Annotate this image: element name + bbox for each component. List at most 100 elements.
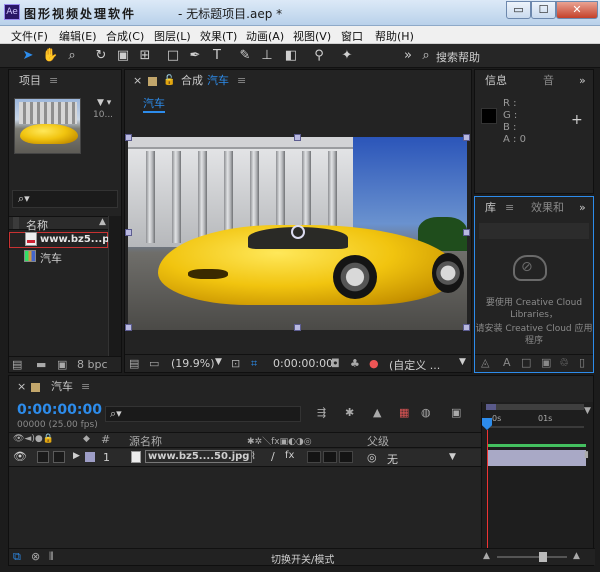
work-area-bar[interactable] xyxy=(486,404,584,410)
transfer-controls-toggle-icon[interactable]: ⊗ xyxy=(31,550,40,563)
comp-tab-prefix[interactable]: 合成 xyxy=(181,70,203,92)
sync-icon[interactable]: ♲ xyxy=(559,356,569,369)
zoom-slider-knob[interactable] xyxy=(539,552,547,562)
effects-tab[interactable]: 效果和 xyxy=(531,197,564,219)
zoom-out-icon[interactable]: ▲ xyxy=(483,551,490,561)
menu-edit[interactable]: 编辑(E) xyxy=(59,28,97,44)
comp-timecode[interactable]: 0:00:00:00 xyxy=(273,357,333,370)
clone-stamp-tool-icon[interactable]: ⊥ xyxy=(259,48,275,64)
layer-row[interactable]: 👁 ▶ 1 www.bz5....50.jpg ⌇ ∕ fx ◎ 无 ▼ xyxy=(9,449,481,467)
add-color-icon[interactable]: □ xyxy=(521,356,531,369)
zoom-level-dropdown[interactable]: (19.9%) xyxy=(171,357,215,370)
project-tab[interactable]: 项目 xyxy=(19,70,41,92)
info-more-icon[interactable]: » xyxy=(579,70,586,92)
camera-tool-icon[interactable]: ▣ xyxy=(115,48,131,64)
source-name-header[interactable]: 源名称 xyxy=(129,433,162,449)
draft-3d-icon[interactable]: ✱ xyxy=(345,406,354,419)
layer-expand-icon[interactable]: ▶ xyxy=(73,451,80,461)
anchor-point-icon[interactable] xyxy=(291,225,305,239)
rotate-tool-icon[interactable]: ↻ xyxy=(93,48,109,64)
always-preview-icon[interactable]: ▤ xyxy=(129,357,139,370)
resolution-dropdown-arrow-icon[interactable]: ▼ xyxy=(459,357,466,367)
comp-close-icon[interactable]: × xyxy=(133,70,142,92)
layer-label-color[interactable] xyxy=(85,452,95,462)
graph-editor-icon[interactable]: ▣ xyxy=(451,406,461,419)
layer-switch-motion-blur[interactable] xyxy=(307,451,321,463)
zoom-dropdown-arrow-icon[interactable]: ▼ xyxy=(215,357,222,367)
roto-brush-tool-icon[interactable]: ⚲ xyxy=(311,48,327,64)
timeline-tab[interactable]: 汽车 xyxy=(51,376,73,398)
transparency-grid-icon[interactable]: ⌗ xyxy=(251,357,257,371)
library-dropdown[interactable] xyxy=(479,223,589,239)
safe-margins-icon[interactable]: ⊡ xyxy=(231,357,240,370)
project-search-input[interactable]: ⌕▾ xyxy=(12,190,118,208)
zoom-slider[interactable] xyxy=(497,556,567,558)
workspace-menu-icon[interactable]: » xyxy=(400,48,416,64)
layer-name[interactable]: www.bz5....50.jpg xyxy=(145,450,253,463)
channel-icon[interactable]: ● xyxy=(369,357,379,370)
layer-shy-icon[interactable]: ⌇ xyxy=(251,451,256,462)
comp-mini-flowchart-icon[interactable]: ⇶ xyxy=(317,406,326,419)
library-more-icon[interactable]: » xyxy=(579,197,586,219)
snapshot-icon[interactable]: ◘ xyxy=(331,357,340,370)
timeline-graph-area[interactable]: 0s 01s ▼ ▮ xyxy=(481,402,593,565)
hand-tool-icon[interactable]: ✋ xyxy=(42,48,58,64)
maximize-button[interactable]: ☐ xyxy=(531,1,556,19)
menu-layer[interactable]: 图层(L) xyxy=(154,28,191,44)
transform-handle-mr[interactable] xyxy=(463,229,470,236)
work-area-start[interactable] xyxy=(486,404,496,410)
text-tool-icon[interactable]: T xyxy=(209,48,225,64)
layer-parent-dropdown[interactable]: 无 xyxy=(387,451,398,467)
switches-icons[interactable]: ✱✲＼fx▣◐◑◎ xyxy=(247,434,312,447)
layer-switches-toggle-icon[interactable]: ⧉ xyxy=(13,550,21,564)
parent-dropdown-arrow-icon[interactable]: ▼ xyxy=(449,452,456,462)
av-features-icons[interactable]: 👁◄)●🔒 xyxy=(13,434,54,444)
pen-tool-icon[interactable]: ✒ xyxy=(187,48,203,64)
timeline-close-icon[interactable]: × xyxy=(17,376,26,398)
minimize-button[interactable]: ▭ xyxy=(506,1,531,19)
audio-tab[interactable]: 音 xyxy=(543,70,554,92)
layer-visibility-icon[interactable]: 👁 xyxy=(13,450,27,463)
add-text-icon[interactable]: A xyxy=(503,356,511,369)
add-graphic-icon[interactable]: ◬ xyxy=(481,356,489,369)
layer-end-marker-icon[interactable]: ▮ xyxy=(584,450,589,460)
layer-switch-3d[interactable] xyxy=(339,451,353,463)
add-style-icon[interactable]: ▣ xyxy=(541,356,551,369)
parent-pick-whip-icon[interactable]: ◎ xyxy=(367,451,377,464)
time-ruler[interactable] xyxy=(486,426,584,428)
menu-composition[interactable]: 合成(C) xyxy=(106,28,144,44)
puppet-tool-icon[interactable]: ✦ xyxy=(339,48,355,64)
transform-handle-tl[interactable] xyxy=(125,134,132,141)
layer-duration-bar[interactable] xyxy=(488,450,586,466)
rectangle-tool-icon[interactable]: □ xyxy=(165,48,181,64)
transform-handle-bl[interactable] xyxy=(125,324,132,331)
search-help-icon[interactable]: ⌕ xyxy=(418,48,434,64)
transform-handle-ml[interactable] xyxy=(125,229,132,236)
label-tag-icon[interactable]: ◆ xyxy=(83,434,90,444)
menu-help[interactable]: 帮助(H) xyxy=(375,28,414,44)
sort-arrow-icon[interactable]: ▲ xyxy=(99,217,106,227)
display-icon[interactable]: ▭ xyxy=(149,357,159,370)
search-help-label[interactable]: 搜索帮助 xyxy=(436,49,480,65)
new-comp-icon[interactable]: ▣ xyxy=(57,358,67,371)
menu-file[interactable]: 文件(F) xyxy=(11,28,48,44)
playhead-icon[interactable] xyxy=(482,418,492,430)
frame-blending-icon[interactable]: ▦ xyxy=(399,406,409,419)
zoom-in-icon[interactable]: ▲ xyxy=(573,551,580,561)
thumb-dropdown-icon[interactable]: ▼ ▾ xyxy=(97,98,111,108)
library-tab-menu-icon[interactable]: ≡ xyxy=(505,197,514,219)
pan-behind-tool-icon[interactable]: ⊞ xyxy=(137,48,153,64)
menu-window[interactable]: 窗口 xyxy=(341,28,363,44)
comp-button-icon[interactable]: ▼ xyxy=(584,406,591,416)
library-delete-icon[interactable]: ▯ xyxy=(579,356,585,369)
project-scrollbar[interactable] xyxy=(108,216,121,356)
timeline-tab-menu-icon[interactable]: ≡ xyxy=(81,376,90,398)
motion-blur-icon[interactable]: ◍ xyxy=(421,406,431,419)
brush-tool-icon[interactable]: ✎ xyxy=(237,48,253,64)
transform-handle-tc[interactable] xyxy=(294,134,301,141)
layer-solo-switch[interactable] xyxy=(53,451,65,463)
shy-layers-icon[interactable]: ▲ xyxy=(373,406,381,419)
comp-tab-menu-icon[interactable]: ≡ xyxy=(237,70,246,92)
layer-quality-icon[interactable]: ∕ xyxy=(271,450,275,463)
comp-breadcrumb[interactable]: 汽车 xyxy=(143,95,165,113)
